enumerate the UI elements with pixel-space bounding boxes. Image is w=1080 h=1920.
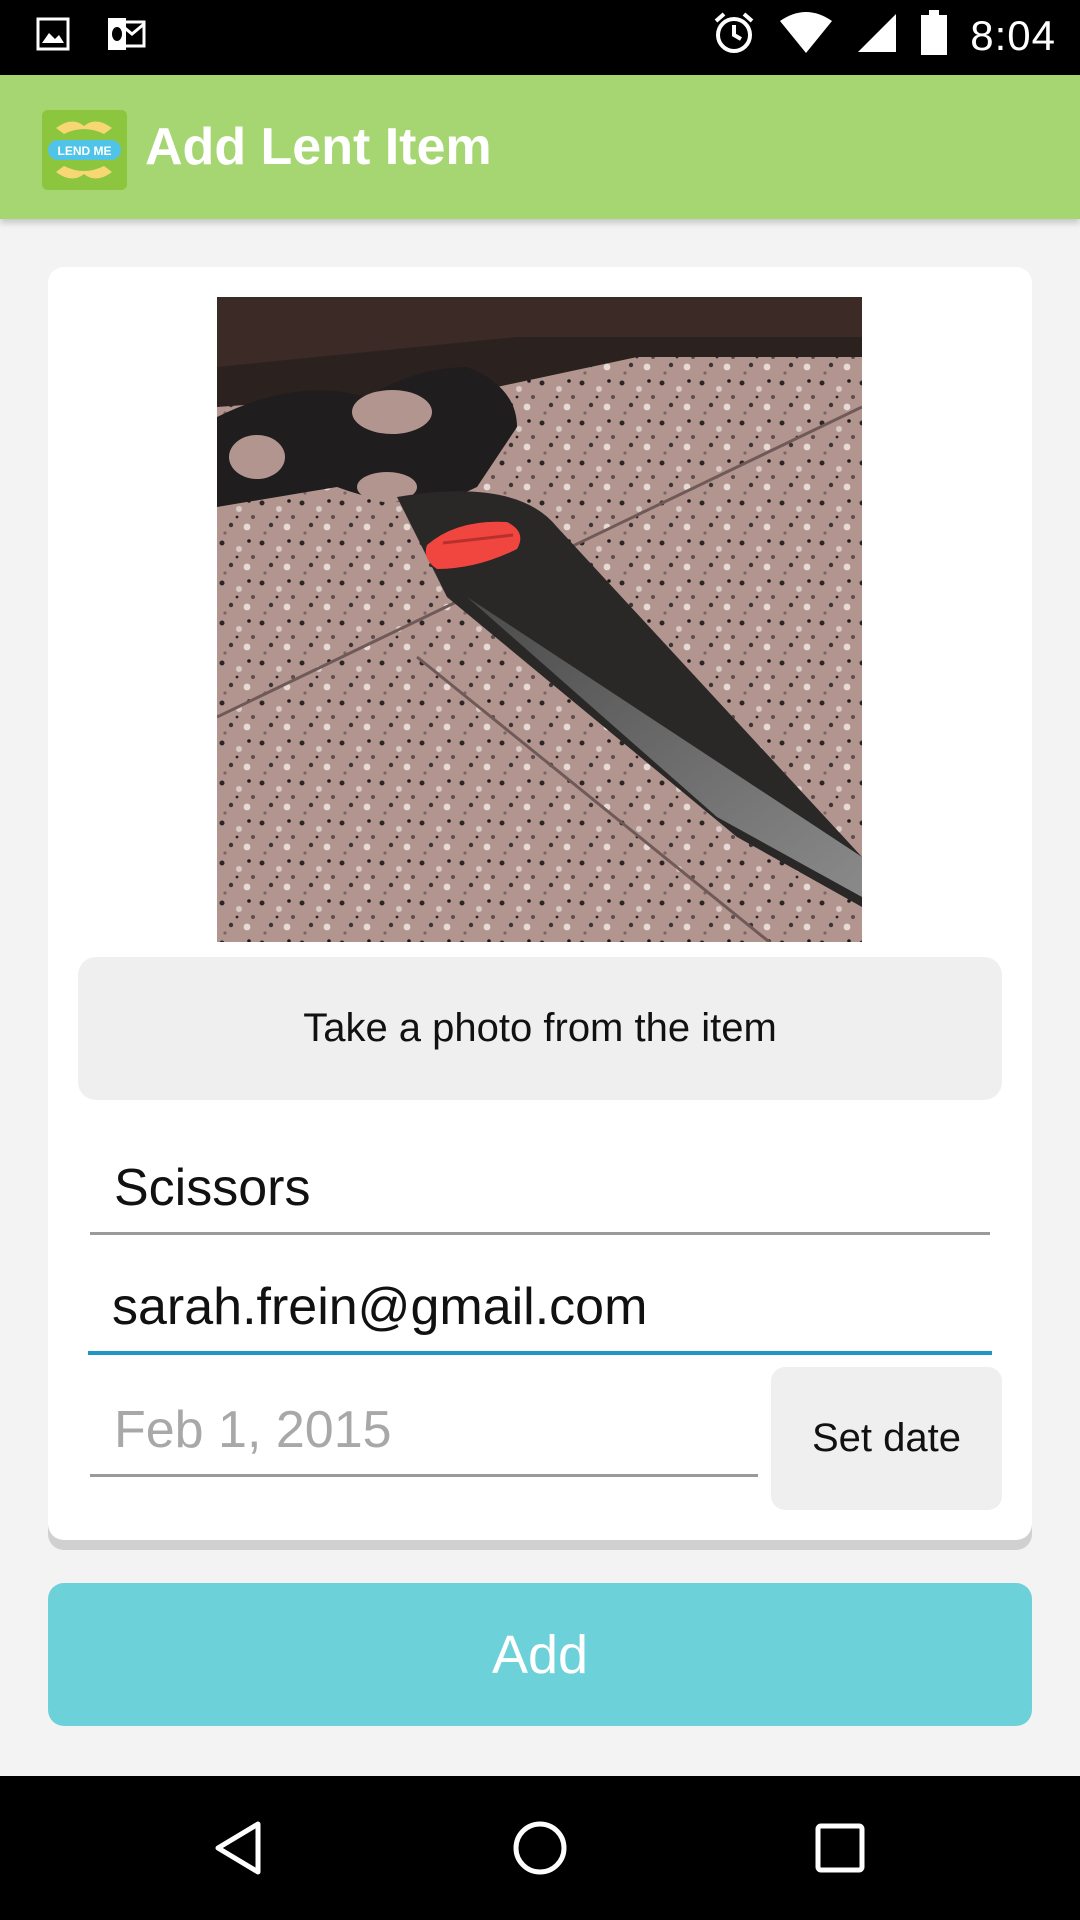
take-photo-button[interactable]: Take a photo from the item	[78, 957, 1002, 1100]
wifi-icon	[778, 11, 834, 60]
app-bar: LEND ME Add Lent Item	[0, 75, 1080, 219]
status-bar: 8:04	[0, 0, 1080, 75]
status-time: 8:04	[970, 11, 1056, 59]
svg-text:LEND ME: LEND ME	[58, 144, 112, 158]
add-button[interactable]: Add	[48, 1583, 1032, 1726]
item-name-value: Scissors	[114, 1159, 311, 1217]
date-field[interactable]: Feb 1, 2015	[90, 1387, 758, 1477]
email-field[interactable]: sarah.frein@gmail.com	[88, 1265, 992, 1355]
signal-icon	[856, 12, 898, 59]
image-notification-icon	[36, 17, 70, 56]
recents-icon[interactable]	[760, 1776, 920, 1920]
navigation-bar	[0, 1776, 1080, 1920]
status-left-icons	[36, 16, 146, 57]
home-icon[interactable]	[460, 1776, 620, 1920]
alarm-icon	[712, 11, 756, 60]
battery-icon	[920, 10, 948, 61]
set-date-button[interactable]: Set date	[771, 1367, 1002, 1510]
app-logo-icon: LEND ME	[42, 110, 127, 190]
form-card: Take a photo from the item Scissors sara…	[48, 267, 1032, 1540]
outlook-notification-icon	[106, 16, 146, 57]
item-name-field[interactable]: Scissors	[90, 1145, 990, 1235]
email-value: sarah.frein@gmail.com	[112, 1278, 648, 1336]
page-title: Add Lent Item	[145, 118, 492, 176]
item-photo	[217, 297, 862, 942]
back-icon[interactable]	[160, 1776, 320, 1920]
status-right-icons: 8:04	[712, 10, 1056, 61]
date-placeholder: Feb 1, 2015	[114, 1401, 392, 1459]
